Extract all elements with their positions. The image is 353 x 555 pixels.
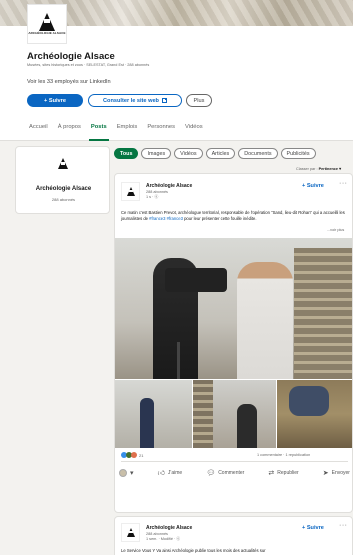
post-card-2: Archéologie Alsace 288 abonnés 1 sem. · …	[114, 516, 353, 555]
post-timestamp: 1 s · ⓔ	[146, 195, 159, 199]
post-filters: Tous Images Vidéos Articles Documents Pu…	[114, 148, 316, 159]
post-image-4[interactable]	[277, 380, 352, 448]
tab-emplois[interactable]: Emplois	[112, 121, 143, 141]
hashtag-link[interactable]: #france3	[149, 216, 165, 221]
post-text: Le Service Vous Y Va ainsi Archéologie p…	[121, 548, 266, 553]
tab-personnes[interactable]: Personnes	[142, 121, 180, 141]
filter-videos[interactable]: Vidéos	[174, 148, 203, 159]
like-label: J'aime	[167, 470, 183, 476]
tab-accueil[interactable]: Accueil	[24, 121, 53, 141]
sidebar-followers: 288 abonnés	[51, 197, 76, 202]
send-button[interactable]: ➤ Envoyer	[323, 470, 350, 477]
post-actions: ▾ 👍︎ J'aime 💬︎ Commenter ⇄ Republier ➤ E…	[119, 469, 350, 477]
post-follow-button[interactable]: + Suivre	[302, 183, 324, 189]
post-author-avatar[interactable]	[121, 523, 140, 542]
actor-selector[interactable]: ▾	[119, 469, 134, 477]
repost-icon: ⇄	[268, 469, 275, 477]
linkedin-company-page: ARCHÉOLOGIE ALSACE Archéologie Alsace Mu…	[0, 0, 353, 555]
reaction-count: 21	[139, 452, 144, 458]
external-link-icon	[161, 98, 167, 103]
love-reaction-icon	[131, 452, 137, 458]
sort-by-value: Pertinence ▾	[318, 167, 341, 171]
send-icon: ➤	[322, 469, 329, 477]
more-options-button[interactable]: Plus	[186, 94, 212, 107]
thumbs-up-icon: 👍︎	[157, 469, 165, 477]
hashtag-link[interactable]: #france3	[167, 216, 183, 221]
filter-documents[interactable]: Documents	[238, 148, 278, 159]
post-card: Archéologie Alsace 288 abonnés 1 s · ⓔ +…	[114, 173, 353, 513]
tab-posts[interactable]: Posts	[86, 121, 112, 141]
image-archaeologist	[237, 262, 293, 379]
company-tabs: Accueil À propos Posts Emplois Personnes…	[24, 121, 208, 141]
post-more-menu-icon[interactable]: ···	[339, 522, 348, 529]
comment-icon: 💬︎	[206, 469, 216, 477]
comment-button[interactable]: 💬︎ Commenter	[206, 470, 244, 477]
more-options-label: Plus	[193, 97, 205, 104]
actor-avatar	[119, 469, 127, 477]
company-logo[interactable]: ARCHÉOLOGIE ALSACE	[27, 4, 67, 44]
post-timestamp: 1 sem. · Modifié · ⓔ	[146, 537, 181, 541]
post-author-followers: 288 abonnés	[146, 190, 168, 194]
post-author-followers: 288 abonnés	[146, 532, 168, 536]
post-divider	[121, 461, 348, 462]
image-shelf	[294, 248, 352, 379]
visit-website-button[interactable]: Consulter le site web	[88, 94, 182, 107]
follow-button[interactable]: + Suivre	[27, 94, 83, 107]
sidebar-company-name: Archéologie Alsace	[35, 186, 92, 192]
sidebar-company-card[interactable]: Archéologie Alsace 288 abonnés	[15, 146, 110, 214]
tab-a-propos[interactable]: À propos	[53, 121, 86, 141]
filter-tous[interactable]: Tous	[114, 148, 139, 159]
logo-pyramid-icon	[39, 12, 55, 31]
image-camera	[165, 268, 227, 292]
visit-website-label: Consulter le site web	[103, 97, 159, 104]
company-name: Archéologie Alsace	[27, 51, 115, 62]
filter-publicites[interactable]: Publicités	[280, 148, 316, 159]
post-image-2[interactable]	[115, 380, 192, 448]
image-tripod	[177, 342, 180, 379]
company-header-card: ARCHÉOLOGIE ALSACE Archéologie Alsace Mu…	[0, 0, 353, 141]
post-image-row	[115, 380, 352, 448]
post-text-part3: pour leur présenter cette fouille inédit…	[182, 216, 257, 221]
tab-videos[interactable]: Vidéos	[180, 121, 208, 141]
employees-link[interactable]: Voir les 33 employés sur LinkedIn	[27, 79, 111, 85]
company-meta: Musées, sites historiques et zoos · SELE…	[27, 63, 150, 67]
reactions-summary[interactable]: 21	[121, 452, 143, 458]
comment-label: Commenter	[218, 470, 245, 476]
post-author-name[interactable]: Archéologie Alsace	[146, 525, 192, 531]
see-more-link[interactable]: ...voir plus	[327, 228, 344, 232]
post-more-menu-icon[interactable]: ···	[339, 180, 348, 187]
logo-text: ARCHÉOLOGIE ALSACE	[28, 30, 66, 35]
follow-button-label: + Suivre	[44, 97, 66, 104]
sidebar-logo	[53, 153, 73, 173]
post-follow-button[interactable]: + Suivre	[302, 525, 324, 531]
post-author-avatar[interactable]	[121, 182, 140, 201]
sort-by-label: Classer par :	[296, 167, 318, 171]
repost-button[interactable]: ⇄ Republier	[268, 470, 298, 477]
logo-pyramid-icon	[126, 187, 135, 196]
post-main-image[interactable]	[115, 238, 352, 379]
filter-images[interactable]: Images	[141, 148, 172, 159]
logo-pyramid-icon	[126, 528, 135, 537]
chevron-down-icon: ▾	[130, 469, 134, 477]
comment-repost-counts[interactable]: 1 commentaire · 1 republication	[257, 453, 310, 457]
send-label: Envoyer	[331, 470, 350, 476]
repost-label: Republier	[277, 470, 299, 476]
filter-articles[interactable]: Articles	[205, 148, 236, 159]
logo-pyramid-icon	[58, 157, 68, 169]
post-text: Ce matin c'est Bastien Prevot, archéolog…	[121, 210, 349, 222]
sort-by-dropdown[interactable]: Classer par : Pertinence ▾	[296, 166, 341, 171]
post-image-3[interactable]	[193, 380, 276, 448]
post-author-name[interactable]: Archéologie Alsace	[146, 183, 192, 189]
like-button[interactable]: 👍︎ J'aime	[158, 470, 183, 477]
